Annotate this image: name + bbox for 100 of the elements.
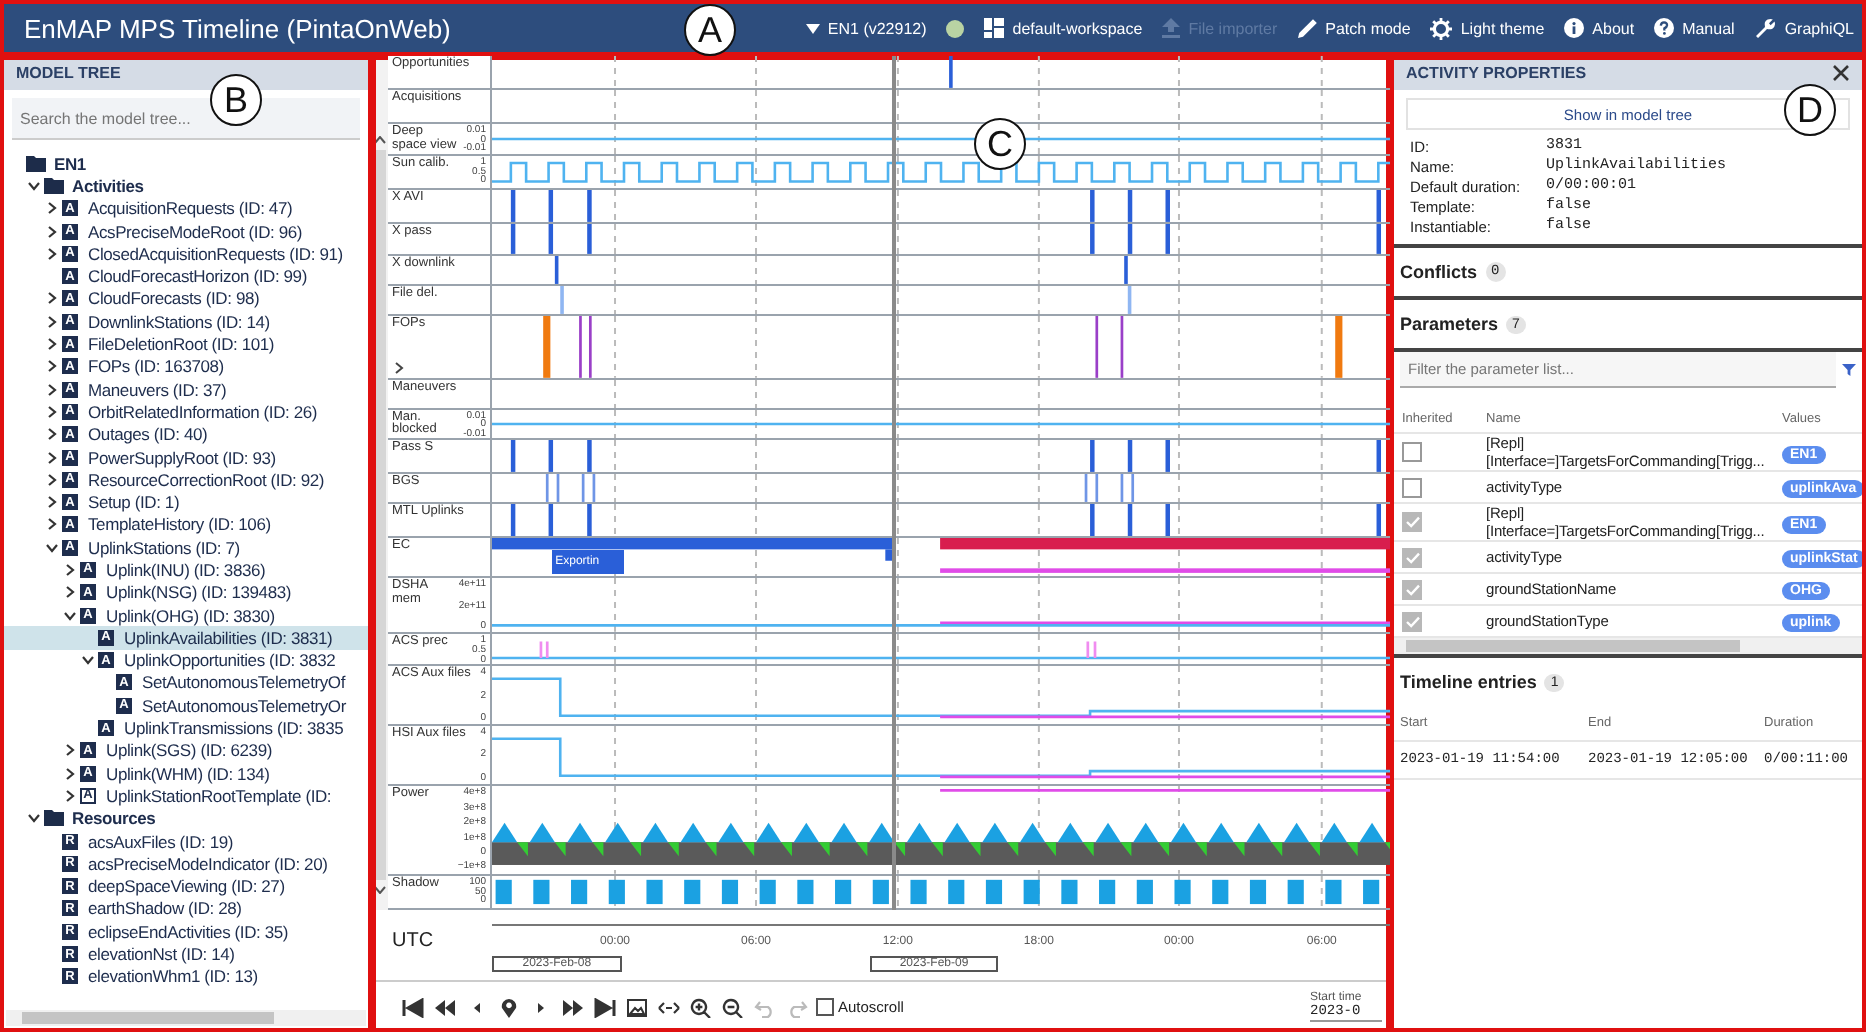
- fit-icon: [658, 997, 680, 1017]
- folder-icon: [44, 810, 64, 827]
- dip-mark: [668, 842, 679, 857]
- pencil-icon: [1297, 18, 1318, 38]
- inherited-checkbox[interactable]: [1402, 547, 1422, 567]
- chevron-right-icon[interactable]: [45, 383, 57, 396]
- dip-mark: [1120, 842, 1132, 857]
- horizontal-scrollbar[interactable]: [1390, 638, 1866, 654]
- dip-mark: [517, 842, 528, 857]
- pin-icon: [498, 997, 520, 1017]
- undo-icon: [754, 997, 776, 1017]
- rewind-button[interactable]: [432, 995, 458, 1019]
- grid-icon: [984, 18, 1005, 38]
- status-dot: [946, 19, 965, 37]
- last-icon: [594, 997, 616, 1017]
- dip-mark: [1007, 842, 1019, 857]
- info-icon: [1564, 18, 1585, 38]
- chevron-right-icon[interactable]: [45, 225, 57, 238]
- last-button[interactable]: [592, 995, 618, 1019]
- chevron-right-icon[interactable]: [45, 405, 57, 418]
- pin-button[interactable]: [496, 995, 522, 1019]
- wrench-icon: [1754, 17, 1777, 39]
- chevron-down-icon[interactable]: [45, 541, 57, 554]
- chevron-right-icon[interactable]: [394, 361, 404, 374]
- image-button[interactable]: [624, 995, 650, 1019]
- chevron-down-icon[interactable]: [27, 812, 39, 825]
- fastforward-icon: [562, 997, 584, 1017]
- tree-item[interactable]: Activities: [0, 174, 372, 198]
- tree-item[interactable]: EN1: [0, 152, 372, 175]
- scroll-down-icon[interactable]: [374, 886, 386, 894]
- callout-label: C: [974, 118, 1026, 170]
- chevron-right-icon[interactable]: [45, 473, 57, 486]
- vertical-scrollbar[interactable]: [372, 56, 388, 910]
- dip-mark: [856, 842, 868, 857]
- tree-item[interactable]: Resources: [0, 807, 372, 830]
- dip-mark: [743, 842, 755, 857]
- dip-mark: [1045, 842, 1056, 857]
- chevron-right-icon[interactable]: [63, 586, 75, 599]
- info-action-button[interactable]: About: [1564, 18, 1635, 38]
- time-cursor[interactable]: [892, 56, 897, 910]
- horizontal-scrollbar[interactable]: [6, 1010, 366, 1026]
- chevron-right-icon[interactable]: [45, 451, 57, 463]
- chevron-right-icon[interactable]: [45, 428, 57, 441]
- dip-mark: [1233, 842, 1245, 857]
- chevron-right-icon[interactable]: [45, 292, 57, 305]
- dip-mark: [818, 842, 830, 857]
- check-icon: [1405, 583, 1419, 595]
- dip-mark: [969, 842, 981, 857]
- dip-mark: [1346, 842, 1358, 857]
- fastforward-button[interactable]: [560, 995, 586, 1019]
- mission-selector[interactable]: EN1 (v22912): [805, 19, 927, 37]
- chevron-right-icon[interactable]: [45, 496, 57, 509]
- dip-mark: [705, 842, 717, 857]
- caret-icon: [805, 23, 820, 33]
- autoscroll-checkbox[interactable]: [816, 998, 834, 1016]
- theme-action-button[interactable]: Light theme: [1430, 17, 1545, 39]
- app-title: EnMAP MPS Timeline (PintaOnWeb): [24, 13, 451, 43]
- chevron-right-icon[interactable]: [45, 518, 57, 531]
- chevron-right-icon[interactable]: [63, 789, 75, 802]
- image-icon: [626, 997, 648, 1017]
- wrench-action-button[interactable]: GraphiQL: [1754, 17, 1854, 39]
- zoomout-icon: [722, 997, 744, 1017]
- help-icon: [1654, 18, 1675, 38]
- check-icon: [1405, 615, 1419, 627]
- inherited-checkbox[interactable]: [1402, 512, 1422, 532]
- chevron-down-icon[interactable]: [81, 654, 93, 667]
- filter-icon[interactable]: [1842, 364, 1856, 376]
- help-action-button[interactable]: Manual: [1654, 18, 1735, 38]
- chevron-right-icon[interactable]: [45, 247, 57, 260]
- dip-mark: [1196, 842, 1207, 857]
- check-icon: [1405, 551, 1419, 563]
- dip-mark: [1271, 842, 1283, 857]
- inherited-checkbox[interactable]: [1402, 477, 1422, 497]
- inherited-checkbox[interactable]: [1402, 579, 1422, 599]
- first-button[interactable]: [400, 995, 426, 1019]
- scroll-up-icon[interactable]: [374, 136, 386, 144]
- close-icon[interactable]: [1832, 64, 1850, 82]
- rewind-icon: [434, 997, 456, 1017]
- inherited-checkbox[interactable]: [1402, 442, 1422, 462]
- chevron-right-icon[interactable]: [63, 767, 75, 780]
- chevron-right-icon[interactable]: [63, 744, 75, 757]
- dip-mark: [1082, 842, 1094, 857]
- callout-label: D: [1784, 84, 1836, 136]
- section-title: Conflicts: [1400, 262, 1478, 282]
- chevron-right-icon[interactable]: [45, 202, 57, 215]
- chevron-right-icon[interactable]: [63, 563, 75, 576]
- panel-title: ACTIVITY PROPERTIES: [1406, 64, 1587, 82]
- dip-mark: [630, 842, 642, 857]
- chevron-down-icon[interactable]: [27, 179, 39, 192]
- zoomout-button[interactable]: [720, 995, 746, 1019]
- inherited-checkbox[interactable]: [1402, 611, 1422, 631]
- section-title: Timeline entries: [1400, 672, 1537, 692]
- pencil-action-button[interactable]: Patch mode: [1297, 18, 1411, 38]
- workspace-button[interactable]: default-workspace: [984, 18, 1143, 38]
- chevron-down-icon[interactable]: [63, 609, 75, 622]
- chevron-right-icon[interactable]: [45, 360, 57, 373]
- zoomin-button[interactable]: [688, 995, 714, 1019]
- chevron-right-icon[interactable]: [45, 315, 57, 328]
- dip-mark: [781, 842, 792, 857]
- chevron-right-icon[interactable]: [45, 338, 57, 351]
